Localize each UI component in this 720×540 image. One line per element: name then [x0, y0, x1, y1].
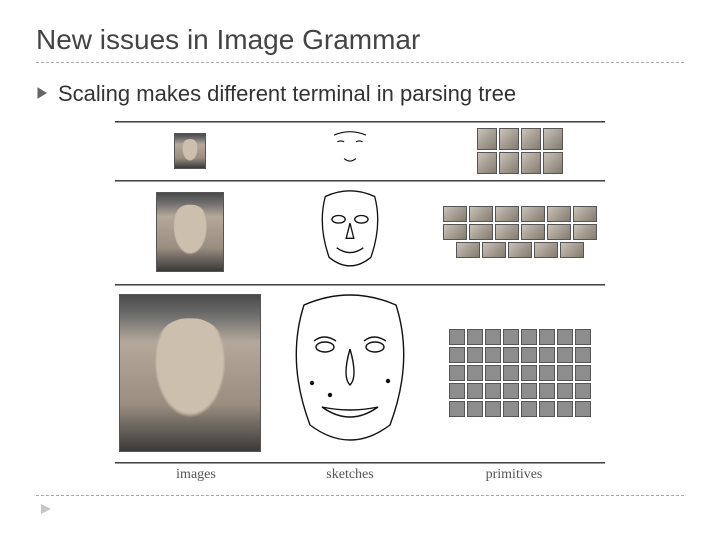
- figure-row-medium: [115, 181, 605, 284]
- primitives-medium: [435, 206, 605, 258]
- figure: images sketches primitives: [115, 121, 605, 483]
- slide-title: New issues in Image Grammar: [36, 24, 684, 56]
- sketch-large: [275, 291, 425, 456]
- face-photo-icon: [119, 294, 261, 452]
- figure-row-large: [115, 285, 605, 462]
- image-large: [115, 294, 265, 452]
- face-photo-icon: [174, 133, 206, 169]
- slide: New issues in Image Grammar Scaling make…: [0, 0, 720, 540]
- column-label-images: images: [121, 467, 271, 483]
- image-medium: [115, 192, 265, 272]
- bullet-text: Scaling makes different terminal in pars…: [58, 81, 516, 107]
- image-small: [115, 133, 265, 169]
- face-photo-icon: [156, 192, 224, 272]
- bullet-icon: [36, 87, 48, 99]
- primitives-large: [435, 329, 605, 417]
- column-label-sketches: sketches: [275, 467, 425, 483]
- column-label-primitives: primitives: [429, 467, 599, 483]
- sketch-medium: [275, 187, 425, 278]
- title-divider: [36, 62, 684, 63]
- footer-divider: [36, 495, 684, 496]
- primitives-small: [435, 128, 605, 174]
- page-marker-icon: [40, 502, 52, 514]
- figure-row-small: [115, 122, 605, 180]
- bullet-item: Scaling makes different terminal in pars…: [36, 81, 684, 107]
- sketch-small: [275, 130, 425, 172]
- column-labels: images sketches primitives: [115, 463, 605, 483]
